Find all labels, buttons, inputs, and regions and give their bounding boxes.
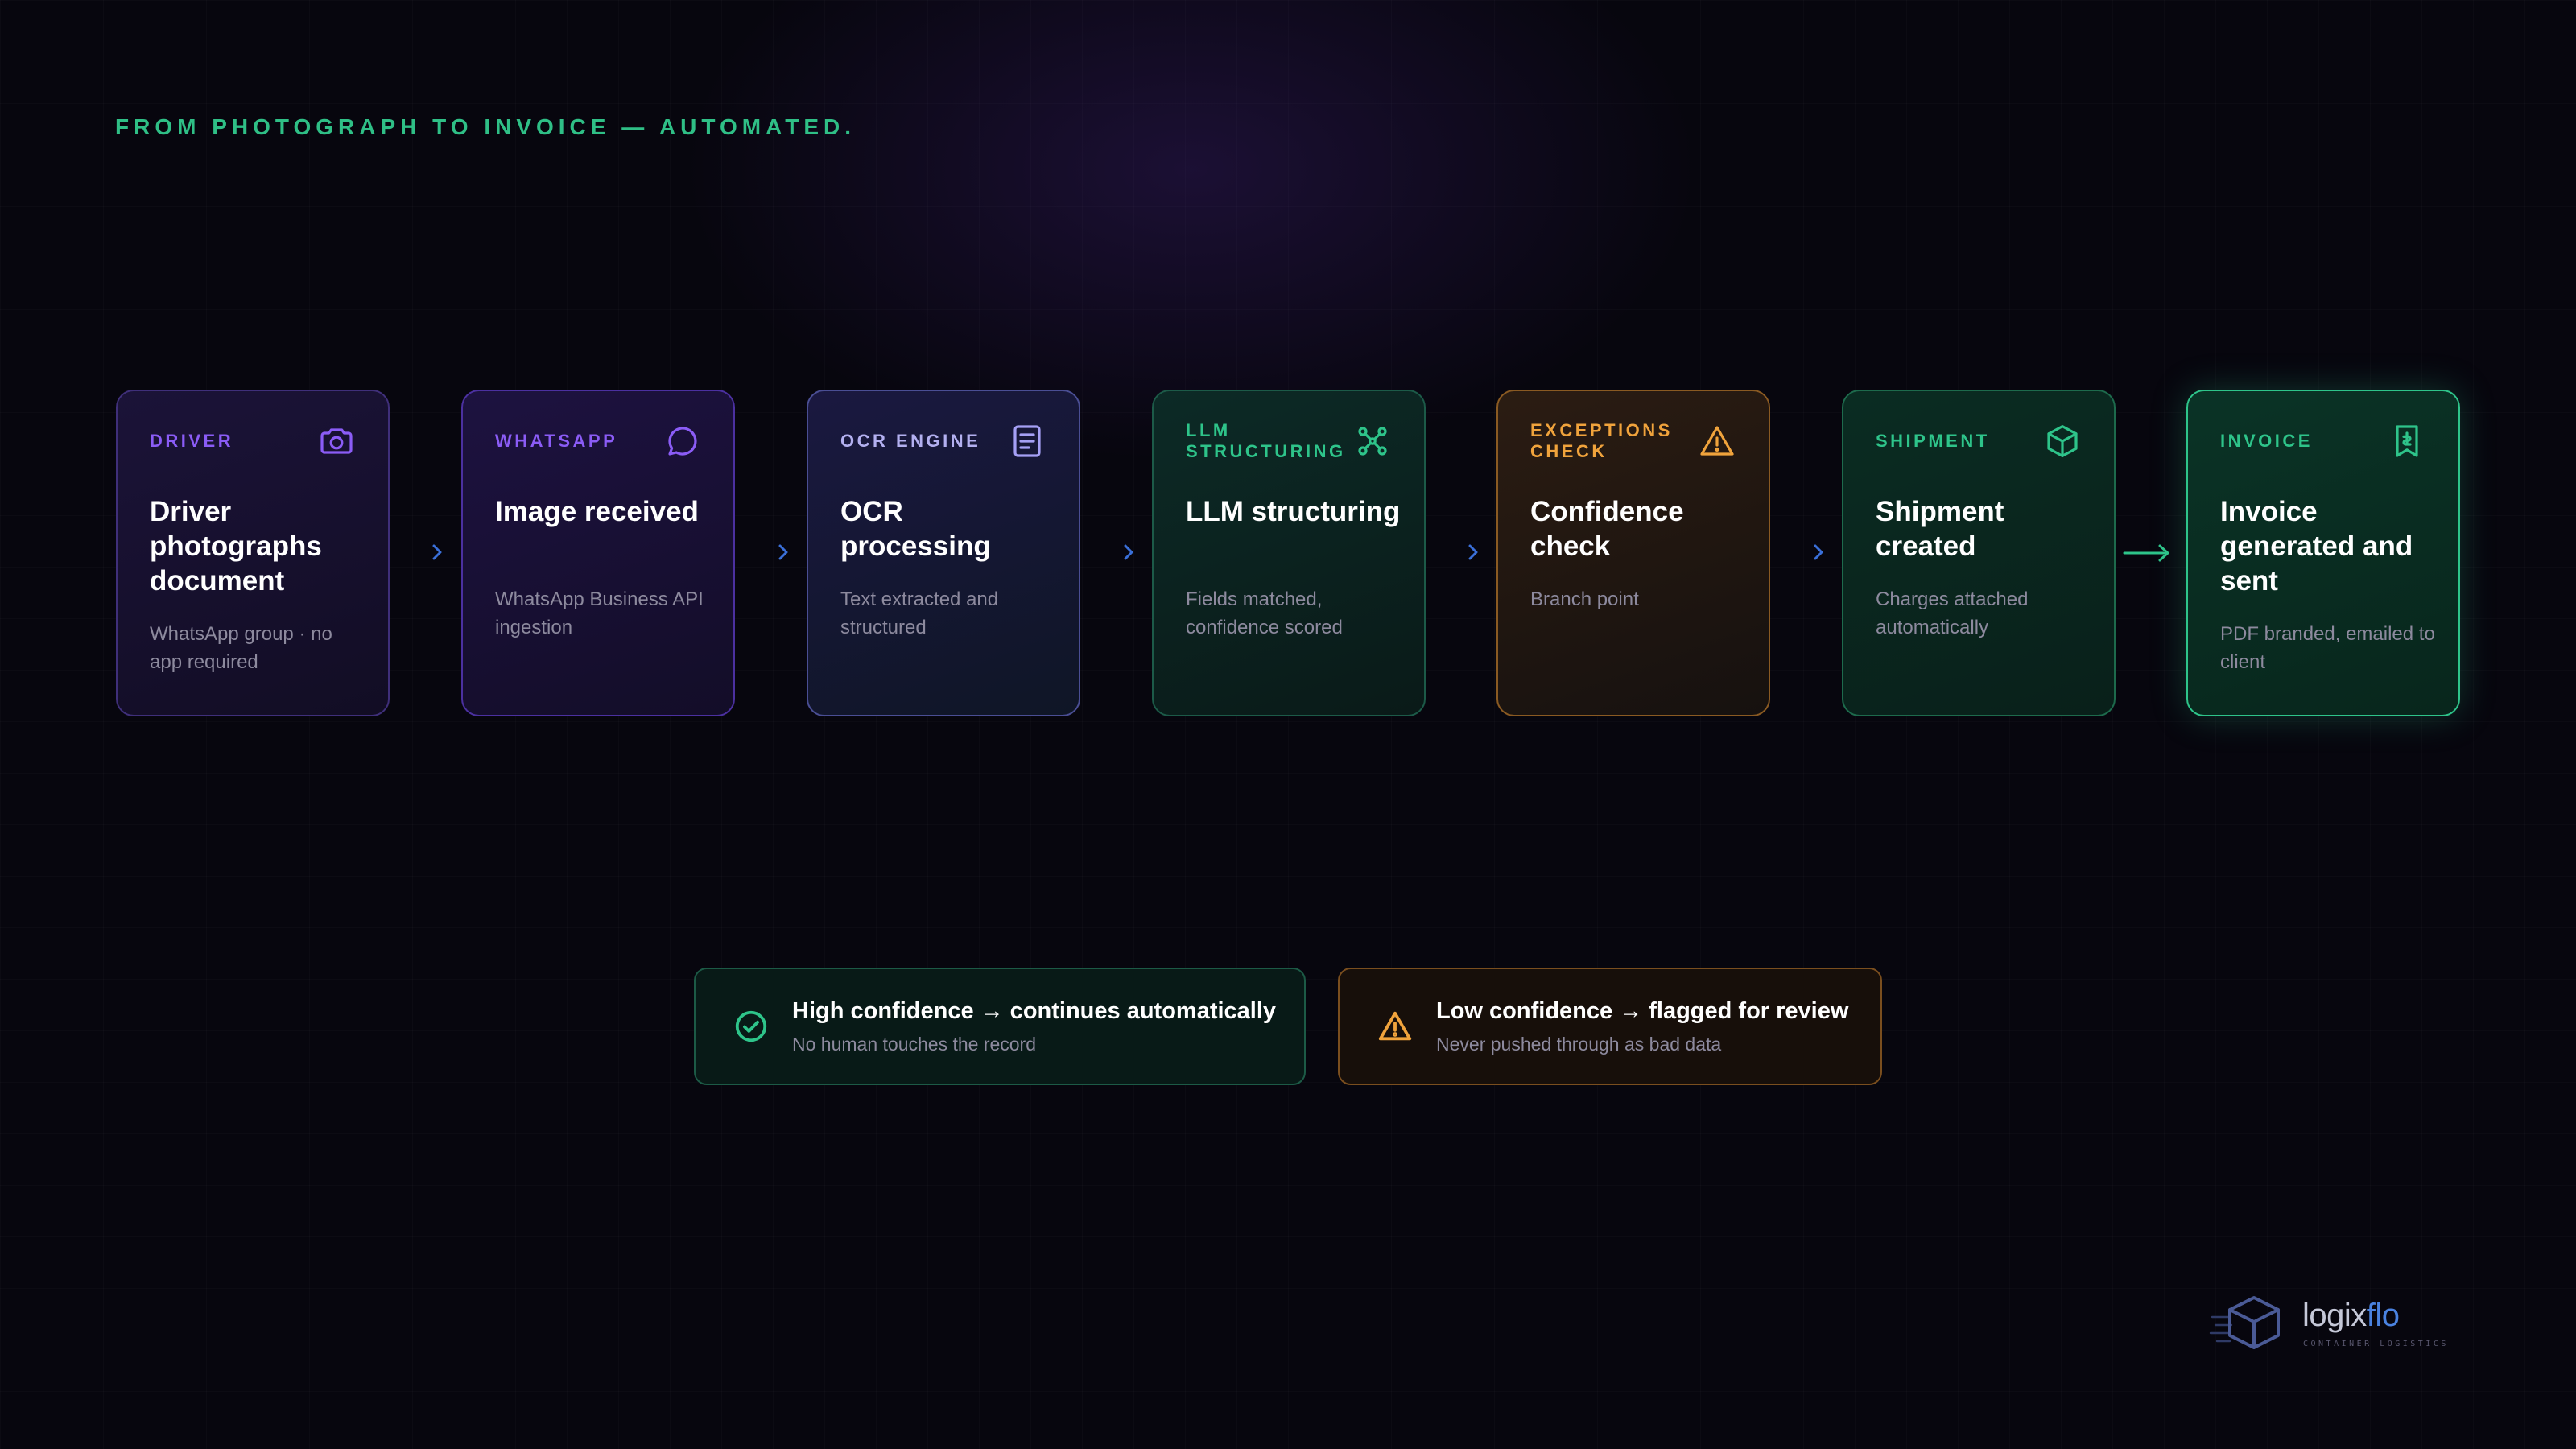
step-tag: SHIPMENT bbox=[1876, 431, 1990, 451]
document-icon bbox=[1013, 425, 1041, 457]
step-title: OCR processing bbox=[840, 496, 991, 562]
step-title: Invoice generated and sent bbox=[2220, 496, 2413, 597]
step-tag: LLM STRUCTURING bbox=[1186, 420, 1346, 461]
step-title: LLM structuring bbox=[1186, 496, 1401, 527]
step-description: WhatsApp Business API ingestion bbox=[495, 588, 704, 638]
outcome-high-confidence: High confidence → continues automaticall… bbox=[694, 968, 1306, 1085]
step-card-invoice[interactable]: INVOICE Invoice generated and sent PDF b… bbox=[2186, 390, 2460, 716]
warning-triangle-icon bbox=[1378, 1011, 1412, 1041]
chevron-right-icon bbox=[1814, 544, 1823, 560]
brand-name-accent: flo bbox=[2366, 1298, 2400, 1333]
step-title: Image received bbox=[495, 496, 699, 527]
step-title: Confidence check bbox=[1530, 496, 1684, 562]
step-description: PDF branded, emailed to client bbox=[2220, 623, 2435, 673]
receipt-icon bbox=[2396, 425, 2418, 457]
step-description: Charges attached automatically bbox=[1876, 588, 2029, 638]
chevron-right-icon bbox=[778, 544, 788, 560]
outcome-subtitle: No human touches the record bbox=[792, 1034, 1037, 1055]
step-tag: EXCEPTIONS CHECK bbox=[1530, 420, 1673, 461]
arrow-right-icon bbox=[2123, 544, 2169, 562]
step-title: Shipment created bbox=[1876, 496, 2004, 562]
check-circle-icon bbox=[735, 1010, 767, 1042]
background-grid bbox=[0, 0, 2576, 1449]
outcome-title: High confidence → continues automaticall… bbox=[792, 998, 1277, 1024]
step-tag: OCR ENGINE bbox=[840, 431, 981, 451]
camera-icon bbox=[320, 428, 353, 454]
step-card-exceptions-check[interactable]: EXCEPTIONS CHECK Confidence check Branch… bbox=[1496, 390, 1770, 716]
brand-wordmark: logixflo bbox=[2302, 1298, 2400, 1334]
brand-name-primary: logix bbox=[2302, 1298, 2367, 1333]
step-card-shipment[interactable]: SHIPMENT Shipment created Charges attach… bbox=[1842, 390, 2116, 716]
step-description: Text extracted and structured bbox=[840, 588, 999, 638]
step-card-llm-structuring[interactable]: LLM STRUCTURING LLM structuring Fields m… bbox=[1152, 390, 1426, 716]
network-nodes-icon bbox=[1358, 427, 1387, 456]
warning-triangle-icon bbox=[1700, 426, 1734, 456]
step-card-whatsapp[interactable]: WHATSAPP Image received WhatsApp Busines… bbox=[461, 390, 735, 716]
step-tag: DRIVER bbox=[150, 431, 234, 451]
chevron-right-icon bbox=[432, 544, 442, 560]
outcome-title: Low confidence → flagged for review bbox=[1436, 998, 1849, 1024]
package-box-icon bbox=[2047, 425, 2078, 457]
step-description: WhatsApp group · no app required bbox=[150, 623, 332, 673]
chevron-right-icon bbox=[1468, 544, 1478, 560]
step-description: Fields matched, confidence scored bbox=[1186, 588, 1343, 638]
cube-logo-icon bbox=[2209, 1296, 2280, 1349]
step-tag: WHATSAPP bbox=[495, 431, 618, 451]
page-eyebrow-title: FROM PHOTOGRAPH TO INVOICE — AUTOMATED. bbox=[115, 114, 857, 139]
brand-tagline: CONTAINER LOGISTICS bbox=[2303, 1340, 2449, 1348]
brand-logo: logixflo CONTAINER LOGISTICS bbox=[2209, 1293, 2450, 1357]
outcome-low-confidence: Low confidence → flagged for review Neve… bbox=[1338, 968, 1882, 1085]
step-title: Driver photographs document bbox=[150, 496, 322, 597]
step-card-driver[interactable]: DRIVER Driver photographs document Whats… bbox=[116, 390, 390, 716]
step-description: Branch point bbox=[1530, 588, 1639, 610]
step-card-ocr-engine[interactable]: OCR ENGINE OCR processing Text extracted… bbox=[807, 390, 1080, 716]
chevron-right-icon bbox=[1124, 544, 1133, 560]
outcome-subtitle: Never pushed through as bad data bbox=[1436, 1034, 1722, 1055]
chat-bubble-icon bbox=[668, 427, 697, 456]
step-tag: INVOICE bbox=[2220, 431, 2313, 451]
